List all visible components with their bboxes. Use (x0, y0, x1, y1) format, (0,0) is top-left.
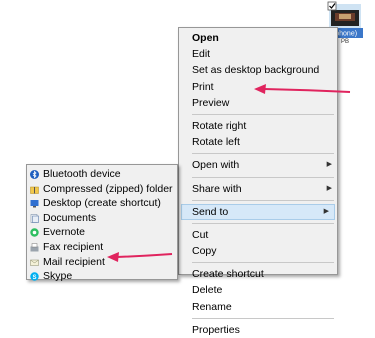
sendto-item-evernote[interactable]: Evernote (27, 225, 177, 240)
menu-item-set-desktop-background[interactable]: Set as desktop background (179, 62, 337, 78)
menu-item-edit[interactable]: Edit (179, 46, 337, 62)
menu-separator (192, 317, 334, 319)
menu-item-label: Cut (192, 228, 209, 241)
bluetooth-icon (30, 170, 39, 179)
menu-item-label: Create shortcut (192, 268, 264, 281)
sendto-item-label: Mail recipient (43, 255, 105, 268)
menu-item-label: Rotate right (192, 119, 247, 132)
menu-item-label: Send to (192, 205, 229, 218)
menu-item-label: Rename (192, 300, 232, 313)
menu-item-rotate-left[interactable]: Rotate left (179, 134, 337, 150)
menu-item-label: Open with (192, 159, 240, 172)
submenu-arrow-icon: ▶ (326, 184, 332, 192)
menu-item-cut[interactable]: Cut (179, 227, 337, 243)
menu-item-label: Open (192, 32, 219, 44)
menu-item-delete[interactable]: Delete (179, 282, 337, 298)
sendto-item-label: Bluetooth device (43, 168, 121, 180)
sendto-item-label: Compressed (zipped) folder (43, 182, 173, 195)
menu-separator (192, 176, 334, 178)
menu-item-create-shortcut[interactable]: Create shortcut (179, 266, 337, 282)
skype-icon: S (30, 272, 39, 281)
menu-item-send-to[interactable]: Send to ▶ (181, 203, 335, 220)
sendto-item-label: Evernote (43, 226, 86, 239)
svg-text:S: S (32, 275, 36, 281)
menu-item-label: Print (192, 80, 214, 93)
menu-separator (192, 153, 334, 155)
context-menu: Open Edit Set as desktop background Prin… (178, 27, 338, 336)
menu-item-label: Preview (192, 96, 230, 109)
menu-item-label: Share with (192, 182, 242, 195)
submenu-arrow-icon: ▶ (326, 161, 332, 169)
menu-item-label: Delete (192, 284, 223, 297)
menu-separator (192, 113, 334, 115)
desktop-icon (30, 200, 39, 208)
sendto-item-bluetooth[interactable]: Bluetooth device (27, 167, 177, 182)
evernote-icon (30, 228, 39, 238)
menu-item-label: Rotate left (192, 136, 240, 149)
menu-separator (192, 199, 334, 201)
menu-separator (192, 222, 334, 224)
menu-item-label: Edit (192, 48, 211, 61)
mail-icon (30, 259, 39, 266)
menu-item-open-with[interactable]: Open with ▶ (179, 157, 337, 173)
menu-item-label: Properties (192, 323, 240, 336)
zip-folder-icon (30, 186, 39, 194)
documents-icon (30, 213, 39, 223)
submenu-arrow-icon: ▶ (323, 207, 329, 215)
sendto-item-label: Fax recipient (43, 240, 104, 253)
menu-item-rename[interactable]: Rename (179, 299, 337, 315)
sendto-item-label: Desktop (create shortcut) (43, 197, 161, 210)
menu-item-open[interactable]: Open (179, 30, 337, 46)
arrow-pointer-preview (254, 84, 351, 94)
file-name-sublabel: PB (341, 39, 349, 44)
menu-separator (192, 262, 334, 264)
sendto-item-desktop[interactable]: Desktop (create shortcut) (27, 196, 177, 211)
menu-item-properties[interactable]: Properties (179, 322, 337, 338)
sendto-item-documents[interactable]: Documents (27, 211, 177, 226)
sendto-item-compressed-folder[interactable]: Compressed (zipped) folder (27, 182, 177, 197)
fax-icon (30, 243, 39, 252)
arrow-pointer-mail (107, 252, 173, 262)
menu-item-label: Copy (192, 245, 217, 258)
menu-item-copy[interactable]: Copy (179, 243, 337, 259)
menu-item-label: Set as desktop background (192, 64, 320, 77)
menu-item-share-with[interactable]: Share with ▶ (179, 181, 337, 197)
sendto-item-label: Documents (43, 211, 97, 224)
sendto-item-label: Skype (43, 270, 73, 283)
sendto-item-skype[interactable]: S Skype (27, 269, 177, 284)
menu-item-rotate-right[interactable]: Rotate right (179, 118, 337, 134)
